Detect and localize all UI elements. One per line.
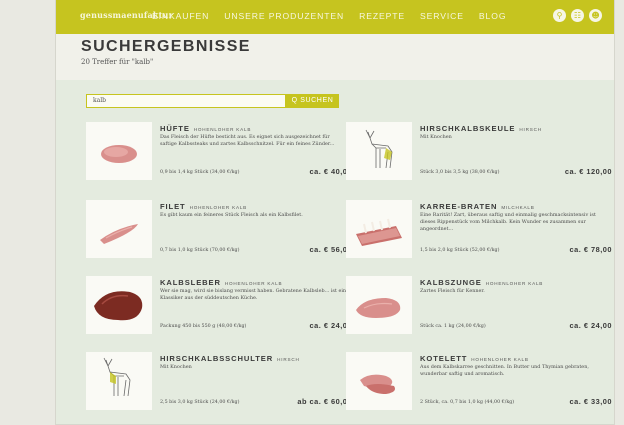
product-image[interactable] xyxy=(346,352,412,410)
search-icon[interactable]: ⚲ xyxy=(553,9,566,22)
page: genussmaenufaktur EINKAUFEN UNSERE PRODU… xyxy=(55,0,615,425)
meat-icon xyxy=(101,145,137,163)
product-price: ca. € 33,00 xyxy=(569,397,612,406)
product-weight: 1,5 bis 2,0 kg Stück (52,00 €/kg) xyxy=(420,248,500,253)
liver-icon xyxy=(94,291,143,321)
nav-einkaufen[interactable]: EINKAUFEN xyxy=(152,11,209,21)
product-name[interactable]: HIRSCHKALBSKEULE HIRSCH xyxy=(420,124,542,133)
product-image[interactable] xyxy=(86,352,152,410)
product-card-kotelett[interactable]: KOTELETT HOHENLOHER KALB Aus dem Kalbskar… xyxy=(346,352,612,410)
product-category: HOHENLOHER KALB xyxy=(193,127,252,132)
product-card-kalbszunge[interactable]: KALBSZUNGE HOHENLOHER KALB Zartes Fleisch… xyxy=(346,276,612,334)
product-description: Eine Rarität! Zart, überaus saftig und e… xyxy=(420,212,596,232)
nav-service[interactable]: SERVICE xyxy=(420,11,464,21)
product-card-huefte[interactable]: HÜFTE HOHENLOHER KALB Das Fleisch der Hüf… xyxy=(86,122,352,180)
product-name[interactable]: KALBSLEBER HOHENLOHER KALB xyxy=(160,278,282,287)
product-description: Es gibt kaum ein feineres Stück Fleisch … xyxy=(160,212,303,218)
product-weight: 2,5 bis 3,0 kg Stück (24,00 €/kg) xyxy=(160,400,240,405)
product-name[interactable]: KALBSZUNGE HOHENLOHER KALB xyxy=(420,278,543,287)
product-description: Aus dem Kalbskarree geschnitten. In Butt… xyxy=(420,364,589,377)
page-title: SUCHERGEBNISSE xyxy=(81,38,251,55)
meat-icon xyxy=(100,224,138,244)
product-name[interactable]: HIRSCHKALBSSCHULTER HIRSCH xyxy=(160,354,300,363)
deer-icon xyxy=(365,129,393,169)
nav-blog[interactable]: BLOG xyxy=(479,11,506,21)
product-category: HIRSCH xyxy=(277,357,300,362)
product-weight: Stück 3,0 bis 3,5 kg (38,00 €/kg) xyxy=(420,170,500,175)
product-card-hirschkalbsschulter[interactable]: HIRSCHKALBSSCHULTER HIRSCH Mit Knochen 2,… xyxy=(86,352,352,410)
product-category: MILCHKALB xyxy=(501,205,535,210)
meat-icon xyxy=(356,298,401,318)
product-name[interactable]: KARREE-BRATEN MILCHKALB xyxy=(420,202,535,211)
product-name[interactable]: KOTELETT HOHENLOHER KALB xyxy=(420,354,529,363)
header-icons: ⚲ ☷ ☻ xyxy=(553,9,602,22)
product-card-kalbsleber[interactable]: KALBSLEBER HOHENLOHER KALB Wer sie mag, w… xyxy=(86,276,352,334)
product-weight: Packung 450 bis 550 g (48,00 €/kg) xyxy=(160,324,247,329)
main-nav: EINKAUFEN UNSERE PRODUZENTEN REZEPTE SER… xyxy=(152,11,521,21)
product-category: HOHENLOHER KALB xyxy=(471,357,529,362)
product-price: ab ca. € 60,00 xyxy=(297,397,352,406)
product-card-hirschkalbskeule[interactable]: HIRSCHKALBSKEULE HIRSCH Mit Knochen Stück… xyxy=(346,122,612,180)
product-name[interactable]: FILET HOHENLOHER KALB xyxy=(160,202,247,211)
top-navigation-bar: genussmaenufaktur EINKAUFEN UNSERE PRODU… xyxy=(56,0,614,34)
product-image[interactable] xyxy=(346,122,412,180)
product-weight: Stück ca. 1 kg (24,00 €/kg) xyxy=(420,324,486,329)
product-card-karree-braten[interactable]: KARREE-BRATEN MILCHKALB Eine Rarität! Zar… xyxy=(346,200,612,258)
rack-icon xyxy=(356,218,402,246)
meat-icon xyxy=(360,374,395,394)
product-weight: 2 Stück, ca. 0,7 bis 1,0 kg (44,00 €/kg) xyxy=(420,400,515,405)
product-description: Zartes Fleisch für Kenner. xyxy=(420,288,485,294)
nav-rezepte[interactable]: REZEPTE xyxy=(359,11,405,21)
product-category: HOHENLOHER KALB xyxy=(189,205,248,210)
product-image[interactable] xyxy=(346,276,412,334)
product-image[interactable] xyxy=(86,276,152,334)
product-card-filet[interactable]: FILET HOHENLOHER KALB Es gibt kaum ein fe… xyxy=(86,200,352,258)
product-category: HIRSCH xyxy=(519,127,542,132)
result-count: 20 Treffer für "kalb" xyxy=(81,58,154,66)
product-weight: 0,7 bis 1,0 kg Stück (70,00 €/kg) xyxy=(160,248,240,253)
product-description: Wer sie mag, wird sie bislang vermisst h… xyxy=(160,288,347,301)
product-image[interactable] xyxy=(86,122,152,180)
product-description: Das Fleisch der Hüfte besticht aus. Es e… xyxy=(160,134,335,147)
cart-icon[interactable]: ☷ xyxy=(571,9,584,22)
product-weight: 0,9 bis 1,4 kg Stück (34,00 €/kg) xyxy=(160,170,240,175)
product-category: HOHENLOHER KALB xyxy=(485,281,544,286)
deer-icon xyxy=(103,357,131,397)
product-price: ca. € 78,00 xyxy=(569,245,612,254)
nav-produzenten[interactable]: UNSERE PRODUZENTEN xyxy=(224,11,344,21)
product-description: Mit Knochen xyxy=(160,364,192,370)
product-name[interactable]: HÜFTE HOHENLOHER KALB xyxy=(160,124,251,133)
user-icon[interactable]: ☻ xyxy=(589,9,602,22)
product-price: ca. € 24,00 xyxy=(569,321,612,330)
product-image[interactable] xyxy=(346,200,412,258)
product-image[interactable] xyxy=(86,200,152,258)
search-button[interactable]: Q SUCHEN xyxy=(286,94,339,108)
product-price: ca. € 120,00 xyxy=(564,167,612,176)
search-input[interactable]: kalb xyxy=(86,94,286,108)
product-description: Mit Knochen xyxy=(420,134,452,140)
product-category: HOHENLOHER KALB xyxy=(224,281,283,286)
